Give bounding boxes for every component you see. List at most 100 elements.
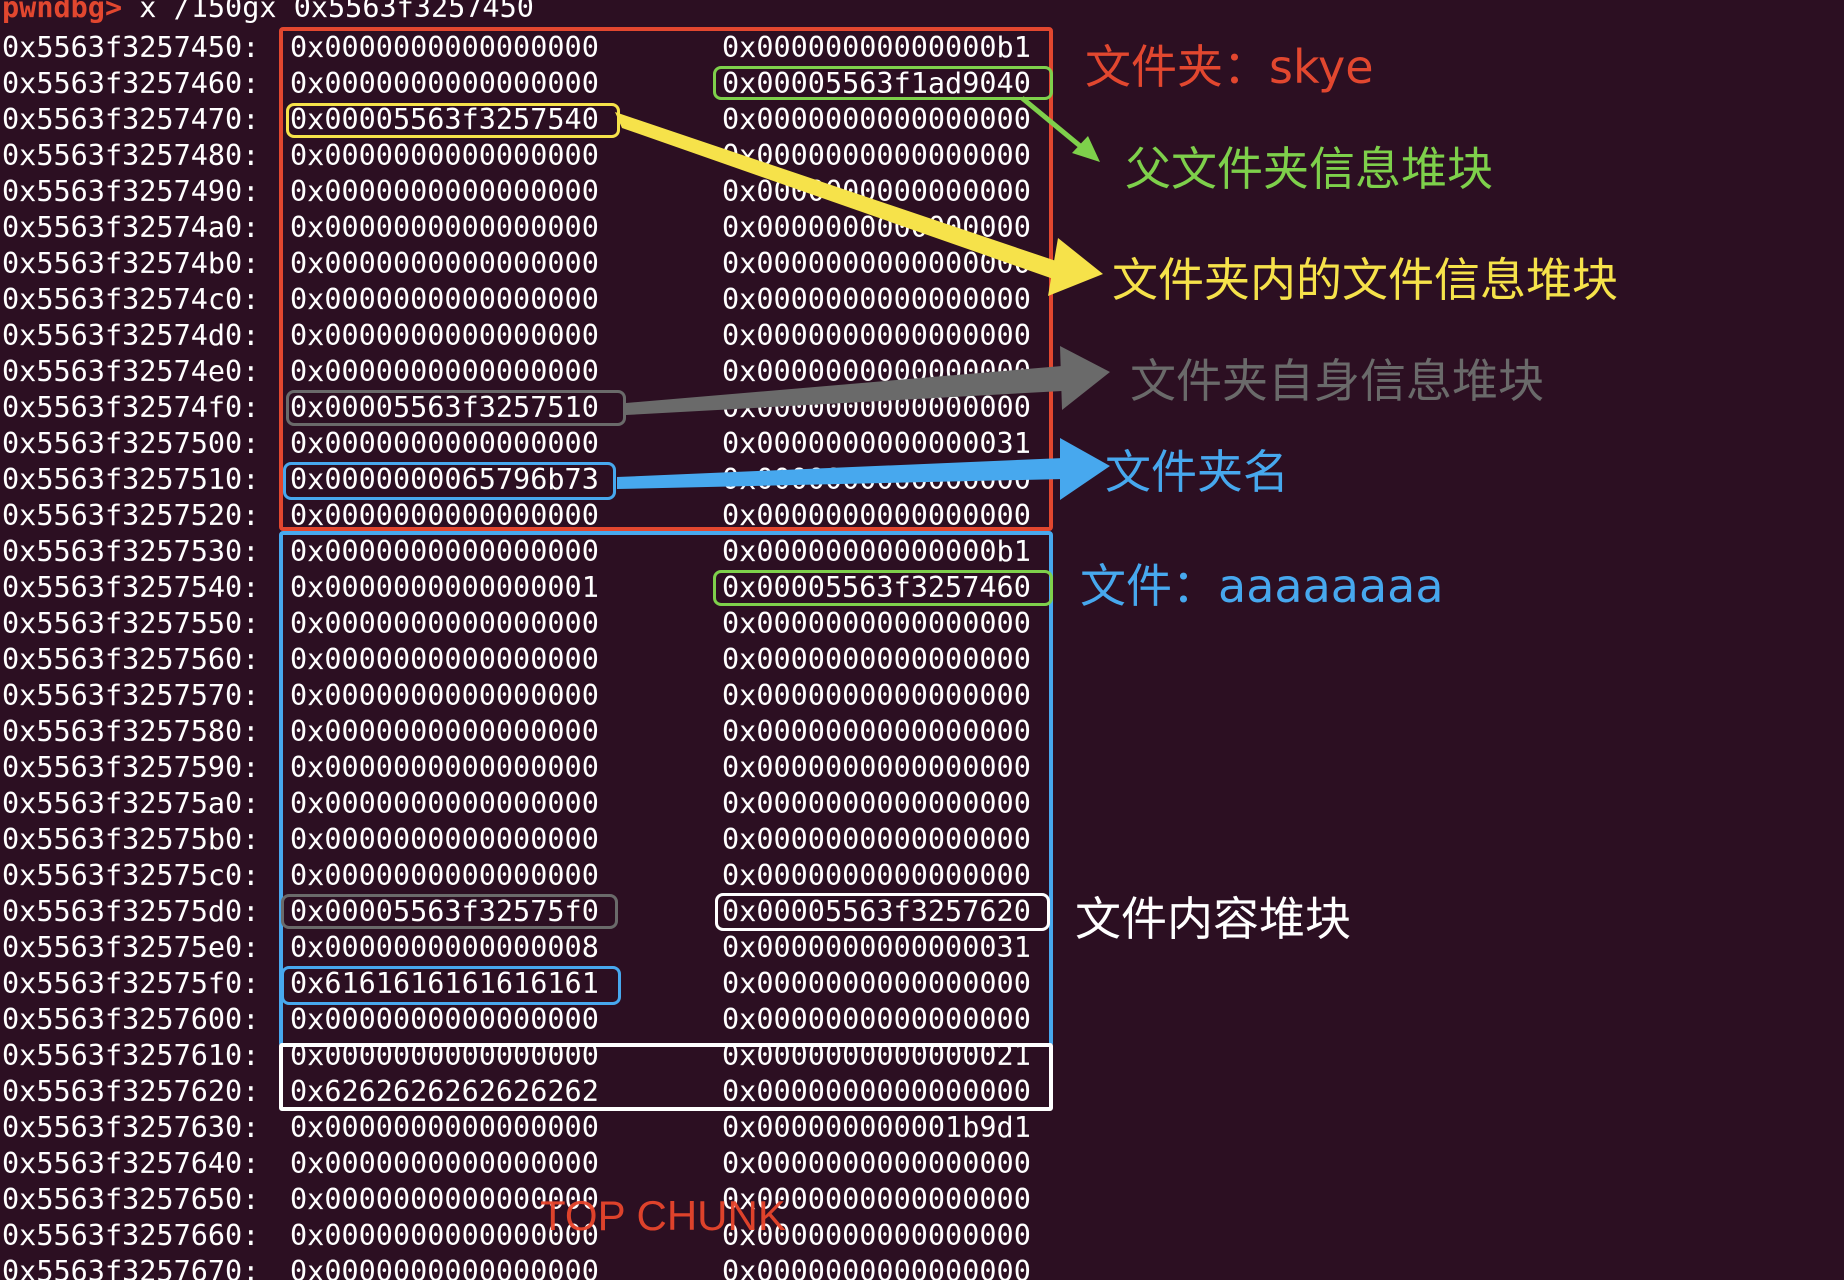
- memory-word-1: 0x0000000065796b73: [290, 463, 599, 496]
- memory-word-2: 0x000000000001b9d1: [722, 1111, 1031, 1144]
- memory-row: 0x5563f3257630: 0x0000000000000000 0x00000…: [0, 1110, 1060, 1146]
- prompt-line: pwndbg> x /150gx 0x5563f3257450: [2, 0, 534, 26]
- memory-word-1: 0x0000000000000000: [290, 751, 599, 784]
- memory-word-2: 0x00000000000000b1: [722, 31, 1031, 64]
- memory-word-1: 0x0000000000000000: [290, 355, 599, 388]
- memory-address: 0x5563f3257510:: [2, 463, 260, 496]
- terminal-window[interactable]: pwndbg> x /150gx 0x5563f3257450 0x5563f3…: [0, 0, 1844, 1280]
- memory-word-1: 0x0000000000000000: [290, 1111, 599, 1144]
- memory-row: 0x5563f3257510: 0x0000000065796b73 0x00000…: [0, 462, 1060, 498]
- memory-word-1: 0x0000000000000000: [290, 247, 599, 280]
- memory-word-2: 0x0000000000000000: [722, 211, 1031, 244]
- folder-self-info-label: 文件夹自身信息堆块: [1130, 354, 1544, 408]
- memory-word-1: 0x0000000000000000: [290, 427, 599, 460]
- memory-address: 0x5563f3257600:: [2, 1003, 260, 1036]
- memory-word-2: 0x0000000000000000: [722, 103, 1031, 136]
- memory-row: 0x5563f3257460: 0x0000000000000000 0x00005…: [0, 66, 1060, 102]
- memory-word-2: 0x0000000000000000: [722, 823, 1031, 856]
- memory-row: 0x5563f3257660: 0x0000000000000000 0x00000…: [0, 1218, 1060, 1254]
- memory-word-1: 0x00005563f3257540: [290, 103, 599, 136]
- memory-word-1: 0x0000000000000000: [290, 31, 599, 64]
- memory-word-2: 0x00005563f3257460: [722, 571, 1031, 604]
- memory-word-2: 0x0000000000000000: [722, 355, 1031, 388]
- memory-word-2: 0x00005563f3257620: [722, 895, 1031, 928]
- memory-address: 0x5563f3257610:: [2, 1039, 260, 1072]
- memory-row: 0x5563f32575f0: 0x6161616161616161 0x00000…: [0, 966, 1060, 1002]
- prompt-label: pwndbg>: [2, 0, 123, 24]
- memory-row: 0x5563f3257580: 0x0000000000000000 0x00000…: [0, 714, 1060, 750]
- memory-word-2: 0x0000000000000000: [722, 715, 1031, 748]
- command-text: x /150gx 0x5563f3257450: [122, 0, 534, 24]
- memory-address: 0x5563f3257580:: [2, 715, 260, 748]
- memory-address: 0x5563f3257560:: [2, 643, 260, 676]
- memory-address: 0x5563f3257520:: [2, 499, 260, 532]
- memory-address: 0x5563f32575e0:: [2, 931, 260, 964]
- memory-row: 0x5563f3257490: 0x0000000000000000 0x00000…: [0, 174, 1060, 210]
- memory-word-2: 0x0000000000000000: [722, 139, 1031, 172]
- memory-address: 0x5563f32574b0:: [2, 247, 260, 280]
- memory-word-1: 0x0000000000000000: [290, 499, 599, 532]
- parent-folder-info-label: 父文件夹信息堆块: [1125, 142, 1493, 196]
- memory-word-1: 0x0000000000000000: [290, 787, 599, 820]
- memory-word-1: 0x0000000000000008: [290, 931, 599, 964]
- memory-row: 0x5563f32575c0: 0x0000000000000000 0x00000…: [0, 858, 1060, 894]
- memory-word-1: 0x0000000000000000: [290, 607, 599, 640]
- memory-address: 0x5563f32575a0:: [2, 787, 260, 820]
- memory-row: 0x5563f32575e0: 0x0000000000000008 0x00000…: [0, 930, 1060, 966]
- memory-word-2: 0x0000000000000021: [722, 1039, 1031, 1072]
- memory-address: 0x5563f32575d0:: [2, 895, 260, 928]
- memory-word-2: 0x0000000000000000: [722, 1147, 1031, 1180]
- memory-row: 0x5563f3257600: 0x0000000000000000 0x00000…: [0, 1002, 1060, 1038]
- memory-word-1: 0x0000000000000000: [290, 1003, 599, 1036]
- memory-row: 0x5563f32574f0: 0x00005563f3257510 0x00000…: [0, 390, 1060, 426]
- memory-address: 0x5563f3257550:: [2, 607, 260, 640]
- memory-word-2: 0x0000000000000000: [722, 499, 1031, 532]
- file-info-in-folder-label: 文件夹内的文件信息堆块: [1112, 253, 1618, 307]
- memory-address: 0x5563f32575b0:: [2, 823, 260, 856]
- memory-word-2: 0x0000000000000000: [722, 283, 1031, 316]
- memory-address: 0x5563f32574f0:: [2, 391, 260, 424]
- memory-address: 0x5563f32574e0:: [2, 355, 260, 388]
- memory-word-1: 0x0000000000000000: [290, 859, 599, 892]
- memory-row: 0x5563f3257500: 0x0000000000000000 0x00000…: [0, 426, 1060, 462]
- memory-address: 0x5563f3257470:: [2, 103, 260, 136]
- memory-word-1: 0x0000000000000000: [290, 1039, 599, 1072]
- memory-word-2: 0x0000000000000000: [722, 247, 1031, 280]
- memory-word-2: 0x0000000000000031: [722, 427, 1031, 460]
- memory-word-2: 0x0000000000000000: [722, 319, 1031, 352]
- memory-address: 0x5563f3257660:: [2, 1219, 260, 1252]
- memory-word-2: 0x0000000000000000: [722, 175, 1031, 208]
- memory-word-2: 0x0000000000000000: [722, 463, 1031, 496]
- memory-row: 0x5563f3257670: 0x0000000000000000 0x00000…: [0, 1254, 1060, 1280]
- memory-address: 0x5563f32575c0:: [2, 859, 260, 892]
- memory-word-1: 0x0000000000000000: [290, 1255, 599, 1280]
- folder-label: 文件夹：skye: [1085, 40, 1374, 94]
- memory-address: 0x5563f3257650:: [2, 1183, 260, 1216]
- memory-word-1: 0x0000000000000001: [290, 571, 599, 604]
- memory-row: 0x5563f3257570: 0x0000000000000000 0x00000…: [0, 678, 1060, 714]
- memory-address: 0x5563f3257670:: [2, 1255, 260, 1280]
- memory-word-1: 0x0000000000000000: [290, 319, 599, 352]
- memory-word-2: 0x0000000000000031: [722, 931, 1031, 964]
- memory-word-2: 0x0000000000000000: [722, 1255, 1031, 1280]
- memory-address: 0x5563f3257570:: [2, 679, 260, 712]
- memory-word-2: 0x0000000000000000: [722, 607, 1031, 640]
- memory-word-2: 0x00005563f1ad9040: [722, 67, 1031, 100]
- memory-row: 0x5563f3257550: 0x0000000000000000 0x00000…: [0, 606, 1060, 642]
- file-label: 文件：aaaaaaaa: [1080, 559, 1444, 613]
- memory-word-2: 0x0000000000000000: [722, 679, 1031, 712]
- memory-address: 0x5563f32574a0:: [2, 211, 260, 244]
- memory-word-1: 0x00005563f32575f0: [290, 895, 599, 928]
- memory-word-1: 0x0000000000000000: [290, 1147, 599, 1180]
- memory-row: 0x5563f3257530: 0x0000000000000000 0x00000…: [0, 534, 1060, 570]
- memory-word-1: 0x0000000000000000: [290, 175, 599, 208]
- memory-word-1: 0x0000000000000000: [290, 535, 599, 568]
- memory-address: 0x5563f3257640:: [2, 1147, 260, 1180]
- memory-word-1: 0x0000000000000000: [290, 715, 599, 748]
- folder-name-label: 文件夹名: [1105, 445, 1289, 499]
- memory-address: 0x5563f3257460:: [2, 67, 260, 100]
- memory-row: 0x5563f3257480: 0x0000000000000000 0x00000…: [0, 138, 1060, 174]
- memory-row: 0x5563f32574e0: 0x0000000000000000 0x00000…: [0, 354, 1060, 390]
- memory-word-2: 0x0000000000000000: [722, 967, 1031, 1000]
- memory-word-1: 0x0000000000000000: [290, 823, 599, 856]
